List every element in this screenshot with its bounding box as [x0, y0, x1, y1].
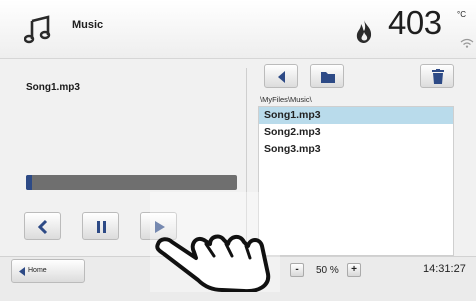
app-title: Music [72, 19, 104, 31]
pointing-hand-icon [150, 192, 280, 292]
home-button[interactable]: Home [11, 259, 85, 283]
current-path: \MyFiles\Music\ [260, 95, 312, 104]
header-bar: Music 403 °C [0, 0, 476, 59]
zoom-level: 50 % [316, 265, 339, 276]
file-item[interactable]: Song1.mp3 [259, 107, 453, 124]
back-button[interactable] [264, 64, 298, 88]
home-label: Home [28, 267, 47, 274]
track-progress-bar[interactable] [26, 175, 237, 190]
pause-icon [97, 221, 106, 233]
clock: 14:31:27 [423, 263, 466, 275]
file-list: Song1.mp3 Song2.mp3 Song3.mp3 [258, 106, 454, 256]
delete-button[interactable] [420, 64, 454, 88]
zoom-in-button[interactable]: + [347, 263, 361, 277]
music-note-icon [24, 15, 51, 44]
back-arrow-icon [278, 71, 285, 83]
previous-icon [37, 219, 48, 235]
oven-screen: Music 403 °C Song1.mp3 \MyFiles\Music\ S… [0, 0, 476, 301]
track-progress-fill [26, 175, 33, 190]
zoom-out-button[interactable]: - [290, 263, 304, 277]
file-item[interactable]: Song2.mp3 [259, 124, 453, 141]
current-track-name: Song1.mp3 [26, 82, 80, 93]
folder-icon [321, 72, 335, 83]
folder-button[interactable] [310, 64, 344, 88]
home-arrow-icon [19, 267, 25, 276]
temperature-unit: °C [457, 10, 466, 19]
trash-icon [432, 69, 444, 84]
temperature-value: 403 [388, 4, 442, 41]
pause-button[interactable] [82, 212, 119, 240]
previous-button[interactable] [24, 212, 61, 240]
flame-icon [356, 20, 372, 43]
wifi-icon [460, 38, 474, 48]
file-item[interactable]: Song3.mp3 [259, 141, 453, 158]
